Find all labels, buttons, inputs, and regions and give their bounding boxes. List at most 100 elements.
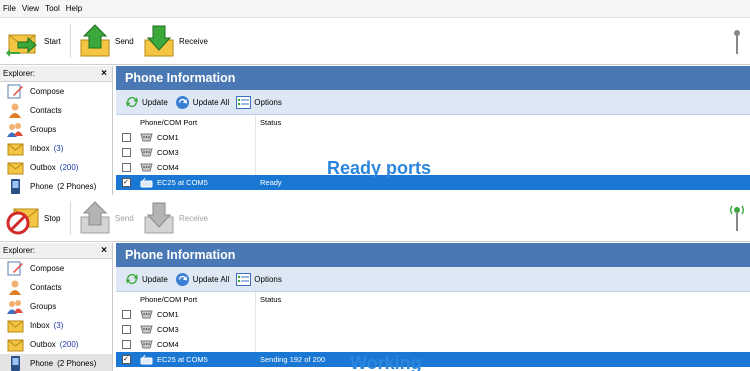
send-button[interactable]: Send (79, 21, 134, 61)
update-button[interactable]: Update (125, 95, 168, 109)
send-button[interactable]: Send (79, 198, 134, 238)
table-row[interactable]: COM3 (116, 322, 750, 337)
port-status: Ready (260, 178, 282, 187)
row-checkbox[interactable] (121, 325, 131, 334)
explorer-item-label: Outbox (30, 163, 56, 172)
explorer-item-groups[interactable]: Groups (0, 120, 112, 139)
panel-title: Phone Information (116, 243, 750, 267)
explorer-item-inbox[interactable]: Inbox (3) (0, 316, 112, 335)
serial-port-icon (140, 163, 153, 172)
phone-information-panel: Phone Information Update Update All Opti… (116, 66, 750, 195)
port-name: COM1 (157, 133, 179, 142)
table-row[interactable]: COM3 (116, 145, 750, 160)
options-button[interactable]: Options (236, 95, 282, 109)
serial-port-icon (140, 133, 153, 142)
receive-button[interactable]: Receive (143, 21, 208, 61)
explorer-item-label: Contacts (30, 283, 62, 292)
phone-icon (11, 356, 20, 371)
send-label: Send (115, 36, 134, 46)
explorer-item-groups[interactable]: Groups (0, 297, 112, 316)
column-header-status[interactable]: Status (256, 295, 750, 304)
column-header-port[interactable]: Phone/COM Port (136, 292, 256, 307)
app-window-working: Stop Send Receive Explorer: × Compose Co… (0, 195, 750, 371)
explorer-item-count: (3) (53, 144, 64, 153)
group-people-icon (7, 123, 23, 137)
port-name: COM1 (157, 310, 179, 319)
port-name: COM4 (157, 163, 179, 172)
contact-person-icon (9, 103, 21, 118)
menu-view[interactable]: View (22, 4, 39, 13)
modem-icon (140, 177, 153, 187)
update-all-button[interactable]: Update All (175, 272, 229, 287)
explorer-item-label: Phone (30, 182, 54, 191)
explorer-item-compose[interactable]: Compose (0, 259, 112, 278)
stop-button[interactable]: Stop (6, 198, 60, 238)
receive-button[interactable]: Receive (143, 198, 208, 238)
close-icon[interactable]: × (101, 245, 107, 256)
row-checkbox[interactable] (121, 133, 131, 142)
port-status: Sending 192 of 200 (260, 355, 326, 364)
explorer-item-label: Phone (30, 359, 54, 368)
serial-port-icon (140, 148, 153, 157)
serial-port-icon (140, 310, 153, 319)
update-all-button[interactable]: Update All (175, 95, 229, 110)
serial-port-icon (140, 340, 153, 349)
menu-tool[interactable]: Tool (45, 4, 60, 13)
explorer-item-phone[interactable]: Phone (2 Phones) (0, 177, 112, 195)
signal-antenna-icon (734, 30, 740, 54)
update-label: Update (142, 97, 168, 107)
explorer-item-count: (2 Phones) (57, 182, 97, 191)
inbox-envelope-icon (7, 320, 24, 333)
table-row[interactable]: COM4 (116, 160, 750, 175)
explorer-header: Explorer: × (0, 66, 112, 82)
update-button[interactable]: Update (125, 272, 168, 286)
explorer-item-contacts[interactable]: Contacts (0, 278, 112, 297)
explorer-item-compose[interactable]: Compose (0, 82, 112, 101)
row-checkbox[interactable] (121, 340, 131, 349)
explorer-item-phone[interactable]: Phone (2 Phones) (0, 354, 112, 371)
action-bar: Update Update All Options (116, 267, 750, 292)
explorer-item-outbox[interactable]: Outbox (200) (0, 158, 112, 177)
row-checkbox[interactable] (121, 310, 131, 319)
receive-label: Receive (179, 36, 208, 46)
menu-help[interactable]: Help (66, 4, 82, 13)
refresh-all-icon (175, 272, 189, 286)
start-button[interactable]: Start (6, 21, 61, 61)
start-envelope-icon (6, 34, 37, 57)
menu-file[interactable]: File (3, 4, 16, 13)
explorer-item-count: (200) (59, 340, 79, 349)
stop-label: Stop (44, 213, 61, 223)
table-row[interactable]: COM4 (116, 337, 750, 352)
row-checkbox-checked[interactable]: ✓ (121, 178, 131, 187)
port-name: COM3 (157, 148, 179, 157)
explorer-item-label: Inbox (30, 321, 50, 330)
explorer-header: Explorer: × (0, 243, 112, 259)
row-checkbox[interactable] (121, 148, 131, 157)
update-all-label: Update All (192, 274, 230, 284)
outbox-envelope-icon (7, 339, 24, 352)
ports-table-header: Phone/COM Port Status (116, 292, 750, 307)
explorer-item-outbox[interactable]: Outbox (200) (0, 335, 112, 354)
column-header-status[interactable]: Status (256, 118, 750, 127)
row-checkbox-checked[interactable]: ✓ (121, 355, 131, 364)
close-icon[interactable]: × (101, 68, 107, 79)
port-name: COM4 (157, 340, 179, 349)
column-header-port[interactable]: Phone/COM Port (136, 115, 256, 130)
action-bar: Update Update All Options (116, 90, 750, 115)
explorer-item-count: (200) (59, 163, 79, 172)
table-row[interactable]: COM1 (116, 130, 750, 145)
table-row-selected[interactable]: ✓ EC25 at COM5 Sending 192 of 200 (116, 352, 750, 367)
send-up-arrow-icon (80, 24, 110, 57)
table-row[interactable]: COM1 (116, 307, 750, 322)
menu-bar: File View Tool Help (0, 0, 750, 18)
explorer-item-inbox[interactable]: Inbox (3) (0, 139, 112, 158)
modem-icon (140, 354, 153, 364)
table-row-selected[interactable]: ✓ EC25 at COM5 Ready (116, 175, 750, 190)
compose-icon (7, 84, 23, 99)
app-window-ready: Start Send Receive Explorer: × Compose C… (0, 18, 750, 195)
update-label: Update (142, 274, 168, 284)
explorer-title: Explorer: (3, 69, 36, 78)
options-button[interactable]: Options (236, 272, 282, 286)
row-checkbox[interactable] (121, 163, 131, 172)
explorer-item-contacts[interactable]: Contacts (0, 101, 112, 120)
